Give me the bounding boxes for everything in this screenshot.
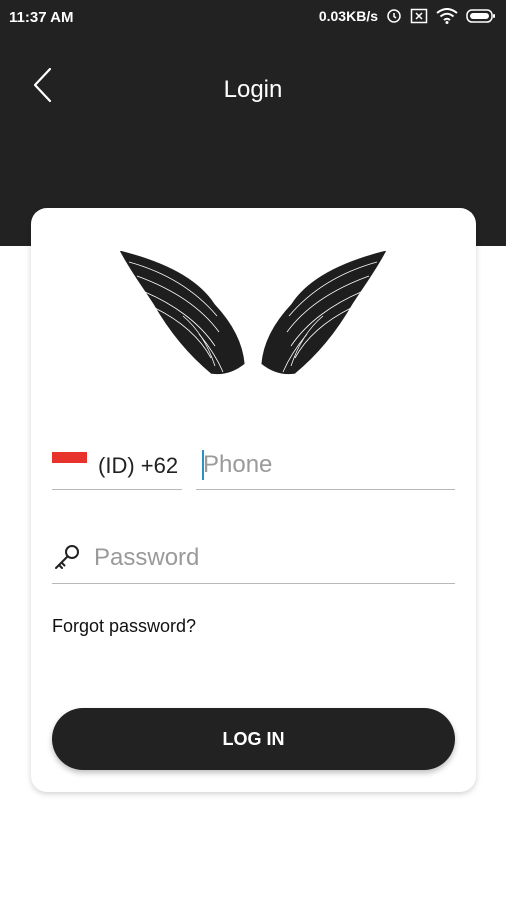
battery-icon [466, 8, 496, 24]
country-code-select[interactable]: (ID) +62 [52, 438, 182, 490]
login-button[interactable]: LOG IN [52, 708, 455, 770]
clock-icon [386, 8, 402, 24]
no-sim-icon [410, 8, 428, 24]
key-icon [55, 545, 79, 569]
indonesia-flag-icon [52, 452, 87, 474]
status-indicators: 0.03KB/s [319, 8, 496, 24]
network-speed: 0.03KB/s [318, 8, 378, 24]
forgot-password-link[interactable]: Forgot password? [52, 616, 196, 637]
login-card: (ID) +62 Forgot password? LOG IN [31, 208, 476, 792]
status-bar: 11:37 AM 0.03KB/s [0, 0, 506, 36]
phone-field[interactable] [196, 438, 455, 490]
page-title: Login [223, 76, 283, 103]
phone-input[interactable] [203, 448, 448, 482]
password-input[interactable] [94, 541, 444, 575]
flag-red-stripe [52, 452, 87, 463]
status-time: 11:37 AM [9, 9, 74, 26]
password-field[interactable] [52, 532, 455, 584]
wifi-icon [436, 8, 458, 24]
country-code-label: (ID) +62 [98, 453, 179, 478]
wings-logo [118, 249, 388, 375]
flag-white-stripe [52, 463, 87, 474]
